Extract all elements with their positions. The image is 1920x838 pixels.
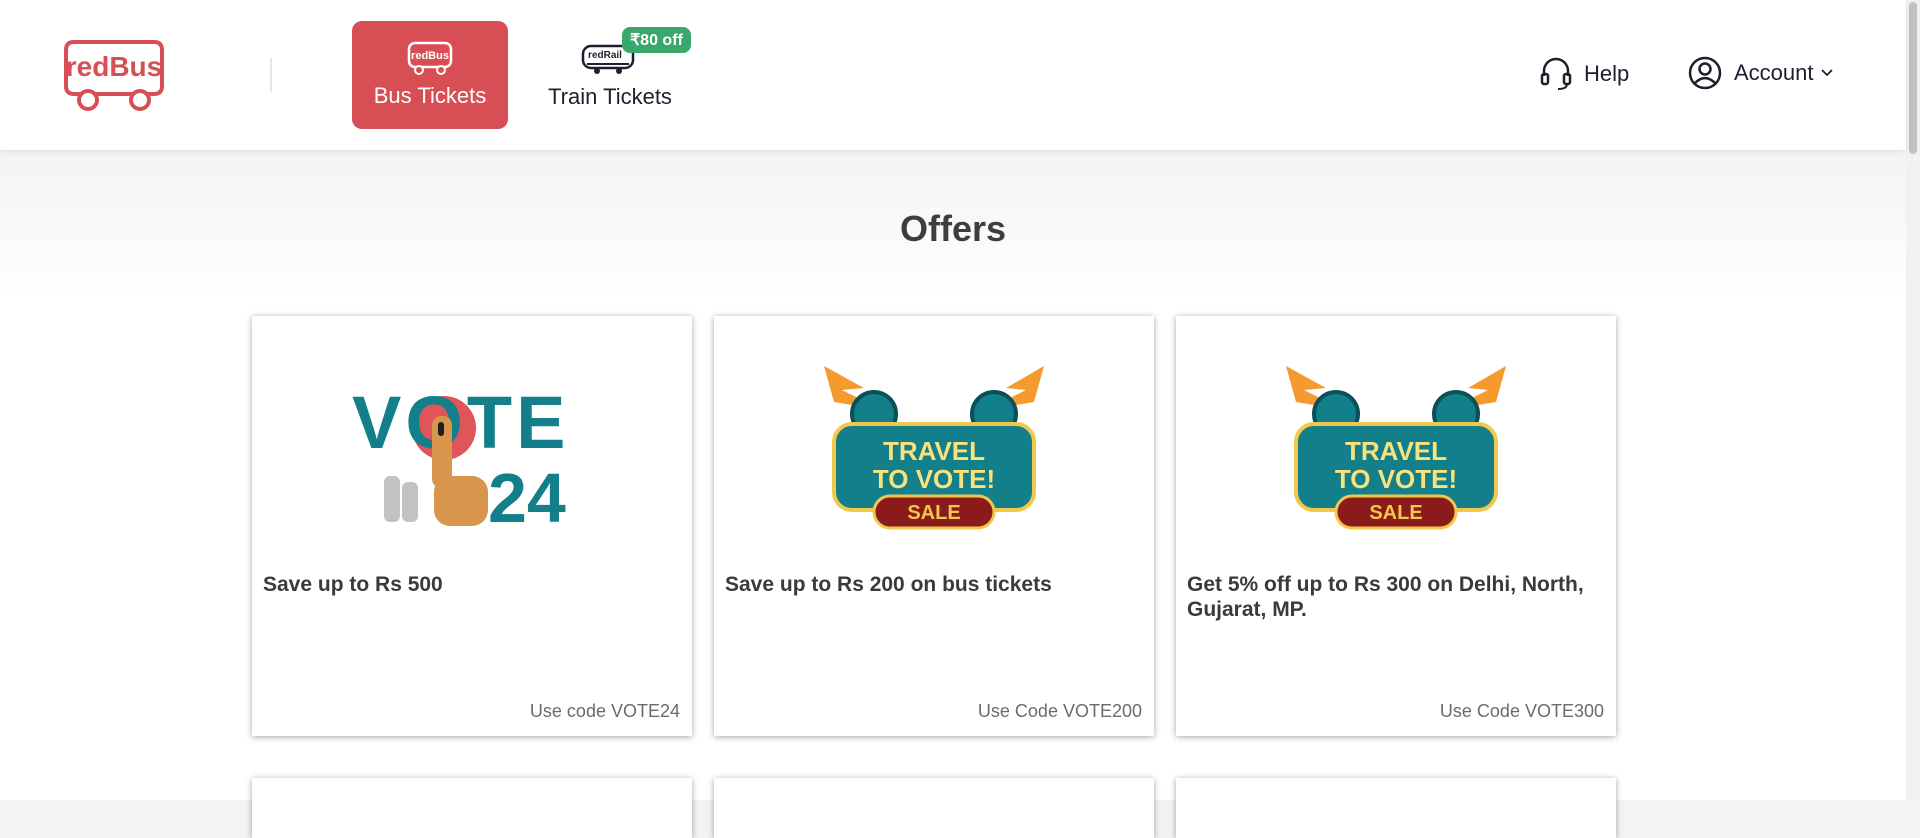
- account-menu[interactable]: Account: [1688, 56, 1834, 90]
- train-discount-badge: ₹80 off: [622, 27, 691, 53]
- headset-icon: [1540, 57, 1572, 90]
- svg-text:TRAVEL: TRAVEL: [883, 436, 985, 466]
- svg-text:SALE: SALE: [907, 502, 960, 524]
- offer-card[interactable]: VOTE 24 Save up to Rs 500 Use code VOTE2…: [252, 316, 692, 736]
- help-link[interactable]: Help: [1540, 56, 1629, 92]
- nav-train-label: Train Tickets: [548, 84, 672, 109]
- svg-text:redRail: redRail: [588, 50, 622, 61]
- svg-text:redBus: redBus: [66, 51, 162, 82]
- page-title: Offers: [899, 208, 1007, 249]
- scrollbar-thumb[interactable]: [1909, 2, 1917, 154]
- vote24-offer-image: VOTE 24: [352, 381, 569, 536]
- offer-card[interactable]: [252, 778, 692, 838]
- offer-code: Use code VOTE24: [529, 701, 680, 721]
- offer-code: Use Code VOTE200: [977, 701, 1142, 721]
- bus-icon: redBus: [407, 41, 453, 75]
- offer-card[interactable]: [1176, 778, 1616, 838]
- account-label: Account: [1734, 60, 1814, 85]
- redbus-logo[interactable]: redBus: [58, 38, 170, 112]
- travel-to-vote-offer-image: TRAVEL TO VOTE! SALE: [824, 366, 1044, 530]
- header-divider: [270, 58, 272, 92]
- offer-description: Save up to Rs 500: [263, 573, 443, 596]
- svg-text:TO VOTE!: TO VOTE!: [873, 464, 995, 494]
- help-label: Help: [1584, 61, 1630, 86]
- travel-to-vote-offer-image: TRAVEL TO VOTE! SALE: [1286, 366, 1506, 530]
- svg-text:SALE: SALE: [1369, 502, 1422, 524]
- user-icon: [1688, 56, 1722, 90]
- svg-text:VOTE: VOTE: [352, 381, 569, 464]
- offer-code: Use Code VOTE300: [1439, 701, 1604, 721]
- offer-description: Get 5% off up to Rs 300 on Delhi, North,…: [1187, 573, 1584, 621]
- svg-text:24: 24: [488, 459, 566, 536]
- offer-card[interactable]: [714, 778, 1154, 838]
- svg-text:TO VOTE!: TO VOTE!: [1335, 464, 1457, 494]
- svg-text:TRAVEL: TRAVEL: [1345, 436, 1447, 466]
- page-scrollbar[interactable]: [1905, 0, 1920, 800]
- top-header: redBus redBus Bus Tickets redRail Train …: [0, 0, 1906, 150]
- offer-card[interactable]: TRAVEL TO VOTE! SALE Get 5% off up to Rs…: [1176, 316, 1616, 736]
- chevron-down-icon: [1820, 69, 1833, 77]
- offer-card[interactable]: TRAVEL TO VOTE! SALE Save up to Rs 200 o…: [714, 316, 1154, 736]
- offer-description: Save up to Rs 200 on bus tickets: [725, 573, 1052, 596]
- nav-bus-label: Bus Tickets: [373, 83, 487, 108]
- svg-text:redBus: redBus: [411, 50, 449, 62]
- nav-bus-tickets[interactable]: redBus Bus Tickets: [352, 21, 508, 129]
